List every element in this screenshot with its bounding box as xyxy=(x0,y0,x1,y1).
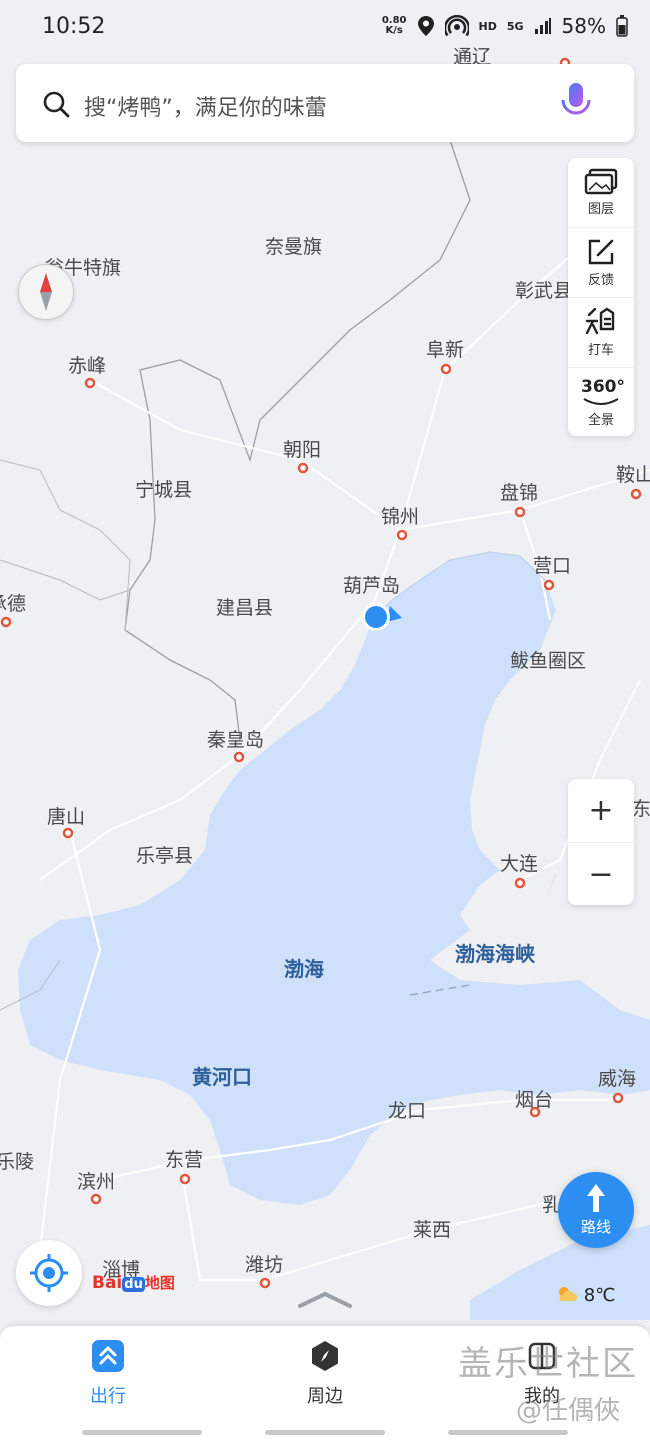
tab-travel[interactable]: 出行 xyxy=(48,1340,168,1408)
panorama-badge: 360° xyxy=(581,377,625,397)
panorama-arc-icon xyxy=(583,398,619,405)
network-badge: 5G xyxy=(506,19,524,33)
panorama-label: 全景 xyxy=(587,413,614,428)
label-huanghekou: 黄河口 xyxy=(192,1065,252,1089)
label-naiman: 奈曼旗 xyxy=(265,236,322,258)
label-anshan: 鞍山 xyxy=(616,464,650,486)
layers-button[interactable]: 图层 xyxy=(568,158,634,228)
feedback-label: 反馈 xyxy=(587,273,614,288)
taxi-icon xyxy=(585,307,615,335)
label-chaoyang: 朝阳 xyxy=(283,439,321,461)
watermark-author: @任偶俠 xyxy=(516,1396,621,1426)
label-dalian: 大连 xyxy=(500,853,538,875)
baidu-map-logo: Bai du 地图 xyxy=(92,1272,175,1293)
feedback-button[interactable]: 反馈 xyxy=(568,228,634,298)
status-icons: 0.80 K/s HD 5G 58% xyxy=(382,14,628,38)
search-bar[interactable]: 搜“烤鸭”，满足你的味蕾 xyxy=(16,64,634,142)
net-speed: 0.80 K/s xyxy=(382,16,407,36)
travel-icon xyxy=(92,1340,124,1372)
label-binzhou: 滨州 xyxy=(77,1171,115,1193)
route-label: 路线 xyxy=(580,1218,611,1236)
compass-nearby-icon xyxy=(312,1341,338,1371)
label-yingkou: 营口 xyxy=(533,555,571,577)
label-ningcheng: 宁城县 xyxy=(135,479,192,501)
feedback-icon xyxy=(588,239,614,265)
layers-icon xyxy=(584,168,618,195)
signal-icon xyxy=(534,18,551,34)
crosshair-icon xyxy=(30,1254,68,1292)
panorama-icon: 360° xyxy=(581,377,625,407)
taxi-label: 打车 xyxy=(587,343,614,358)
label-bohai-strait: 渤海海峡 xyxy=(455,942,536,966)
label-jianchang: 建昌县 xyxy=(216,597,273,619)
panorama-button[interactable]: 360° 全景 xyxy=(568,368,634,437)
search-icon xyxy=(43,91,70,118)
status-time: 10:52 xyxy=(42,14,106,39)
label-dongying: 东营 xyxy=(165,1149,203,1171)
location-pin-icon xyxy=(417,16,434,36)
map-canvas[interactable]: 通辽 奈曼旗 翁牛特旗 彰武县 赤峰 阜新 朝阳 宁城县 锦州 盘锦 鞍山 营口… xyxy=(0,0,650,1444)
label-longkou: 龙口 xyxy=(388,1100,426,1122)
label-donghai: 东海 xyxy=(632,798,650,820)
label-zhangwu: 彰武县 xyxy=(515,280,572,302)
label-chengde: 承德 xyxy=(0,593,26,615)
partly-cloudy-icon xyxy=(559,1287,578,1301)
battery-icon xyxy=(616,15,628,37)
label-fuxin: 阜新 xyxy=(426,339,464,361)
label-tangshan: 唐山 xyxy=(47,806,85,828)
nav-gesture-bar-center xyxy=(265,1430,385,1435)
hotspot-icon xyxy=(444,15,469,37)
compass-button[interactable] xyxy=(18,264,74,320)
label-leling: 乐陵 xyxy=(0,1151,34,1173)
label-jinzhou: 锦州 xyxy=(381,506,419,528)
label-laoting: 乐亭县 xyxy=(136,845,193,867)
tab-travel-label: 出行 xyxy=(90,1386,126,1407)
hd-badge: HD xyxy=(478,19,497,33)
net-speed-unit: K/s xyxy=(385,25,403,36)
nav-gesture-bar-right xyxy=(448,1430,568,1435)
layers-label: 图层 xyxy=(587,202,614,217)
logo-suffix: 地图 xyxy=(144,1274,175,1292)
weather-temp: 8℃ xyxy=(583,1285,616,1306)
label-bayuquan: 鲅鱼圈区 xyxy=(510,650,586,672)
expand-chevron-icon[interactable] xyxy=(298,1290,352,1310)
label-chifeng: 赤峰 xyxy=(68,355,106,377)
nav-gesture-bar-left xyxy=(82,1430,202,1435)
label-weifang: 潍坊 xyxy=(245,1254,283,1276)
label-qinhuangdao: 秦皇岛 xyxy=(207,729,264,751)
label-bohai: 渤海 xyxy=(284,957,324,981)
taxi-button[interactable]: 打车 xyxy=(568,298,634,368)
locate-me-button[interactable] xyxy=(16,1240,82,1306)
search-placeholder: 搜“烤鸭”，满足你的味蕾 xyxy=(84,96,327,121)
logo-prefix: Bai xyxy=(92,1273,123,1293)
battery-percent: 58% xyxy=(561,14,606,38)
watermark-community: 盖乐世社区 xyxy=(458,1344,638,1384)
status-bar: 10:52 0.80 K/s HD 5G 58% xyxy=(0,0,650,56)
label-weihai: 威海 xyxy=(598,1068,636,1090)
zoom-controls: + − xyxy=(568,779,634,905)
weather-widget[interactable]: 8℃ xyxy=(556,1285,615,1306)
zoom-out-button[interactable]: − xyxy=(568,843,634,906)
compass-icon xyxy=(40,273,52,311)
tab-nearby[interactable]: 周边 xyxy=(265,1340,385,1408)
route-button[interactable]: 路线 xyxy=(558,1172,634,1248)
label-panjin: 盘锦 xyxy=(500,482,538,504)
map-tools-panel: 图层 反馈 打车 360° 全景 xyxy=(568,158,634,436)
label-huludao: 葫芦岛 xyxy=(343,575,400,597)
zoom-in-button[interactable]: + xyxy=(568,779,634,843)
label-laixi: 莱西 xyxy=(413,1219,451,1241)
logo-middle: du xyxy=(122,1277,145,1292)
label-yantai: 烟台 xyxy=(515,1089,553,1111)
microphone-icon[interactable] xyxy=(556,80,596,126)
tab-nearby-label: 周边 xyxy=(307,1386,343,1407)
